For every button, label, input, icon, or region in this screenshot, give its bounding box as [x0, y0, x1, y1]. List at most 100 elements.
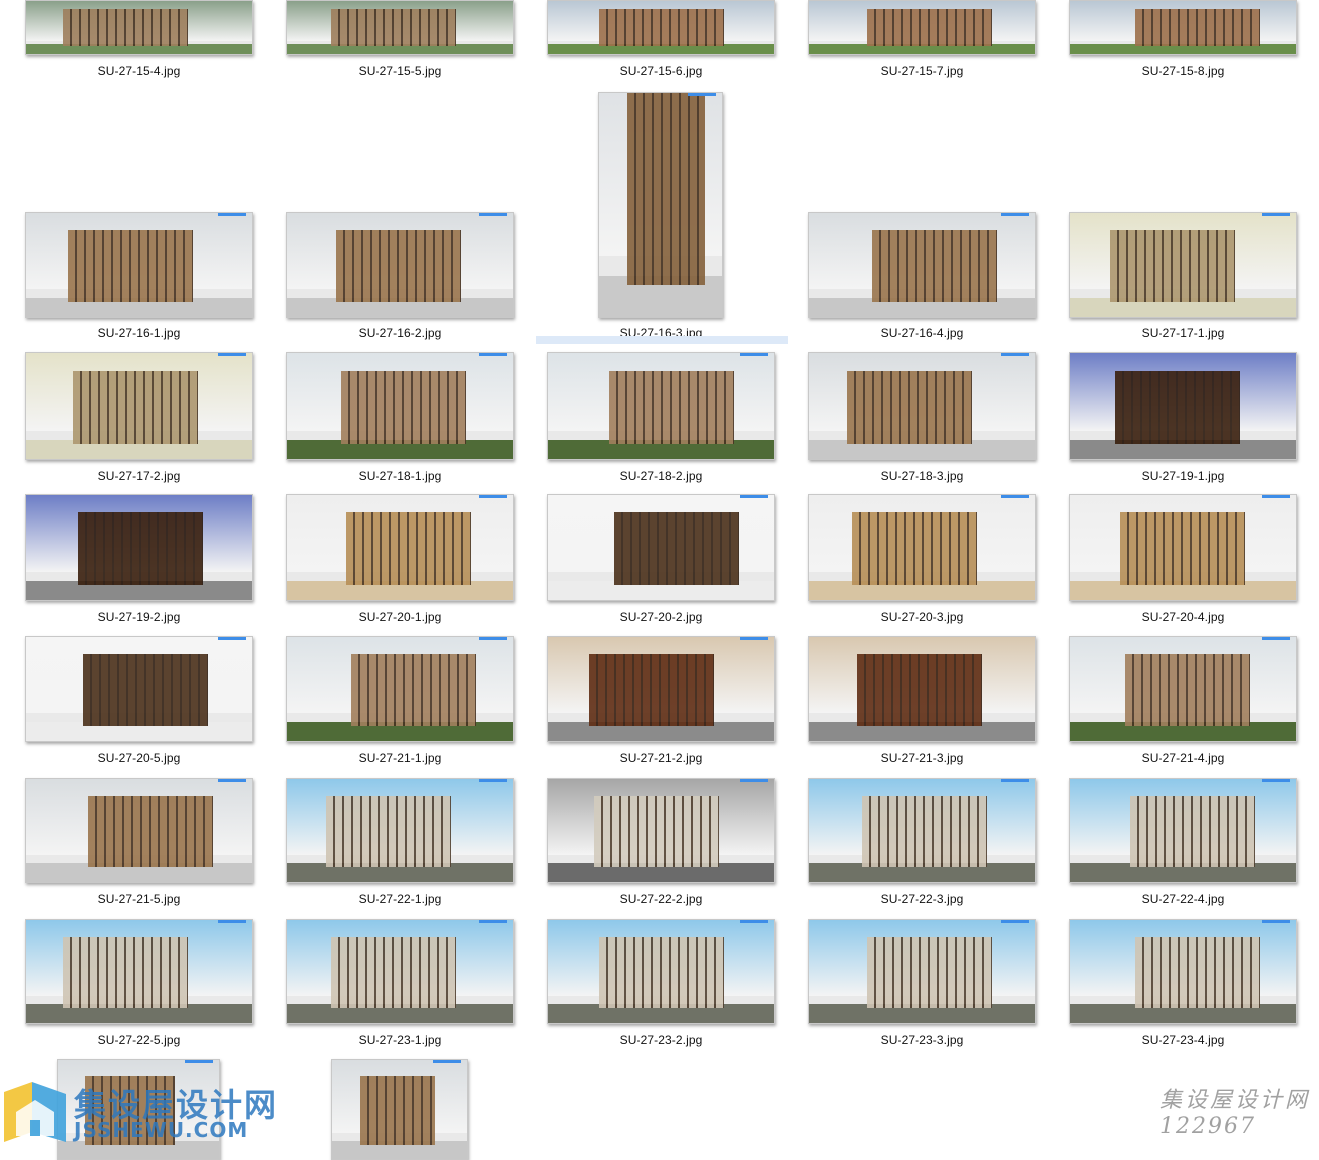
file-thumbnail[interactable] — [25, 636, 253, 742]
file-thumbnail[interactable] — [286, 212, 514, 318]
file-thumbnail[interactable] — [286, 778, 514, 883]
building-preview — [68, 230, 193, 302]
file-name-label: SU-27-18-3.jpg — [880, 469, 964, 483]
file-thumbnail[interactable] — [598, 92, 723, 318]
watermark-site-url: JSSHEWU.COM — [74, 1118, 249, 1142]
watermark-right-id: 122967 — [1160, 1114, 1256, 1139]
building-preview — [1120, 512, 1245, 585]
file-thumbnail[interactable] — [286, 0, 514, 55]
file-name-label: SU-27-20-2.jpg — [619, 610, 703, 624]
building-preview — [360, 1076, 435, 1145]
file-thumbnail[interactable] — [808, 212, 1036, 318]
building-preview — [852, 512, 977, 585]
watermark-right-name: 集设屋设计网 — [1160, 1088, 1311, 1113]
building-preview — [594, 796, 719, 867]
file-thumbnail[interactable] — [547, 919, 775, 1024]
file-name-label: SU-27-20-3.jpg — [880, 610, 964, 624]
file-thumbnail[interactable] — [25, 919, 253, 1024]
building-preview — [326, 796, 451, 867]
file-name-label: SU-27-22-2.jpg — [619, 892, 703, 906]
building-preview — [1110, 230, 1235, 302]
file-thumbnail[interactable] — [808, 778, 1036, 883]
file-name-label: SU-27-21-4.jpg — [1141, 751, 1225, 765]
file-thumbnail[interactable] — [1069, 919, 1297, 1024]
building-preview — [1115, 371, 1240, 444]
file-thumbnail[interactable] — [808, 919, 1036, 1024]
file-thumbnail[interactable] — [547, 352, 775, 460]
file-name-label: SU-27-22-1.jpg — [358, 892, 442, 906]
building-preview — [63, 9, 188, 46]
file-name-label: SU-27-15-6.jpg — [619, 64, 703, 78]
file-name-label: SU-27-20-4.jpg — [1141, 610, 1225, 624]
file-name-label: SU-27-21-5.jpg — [97, 892, 181, 906]
file-thumbnail[interactable] — [25, 0, 253, 55]
file-thumbnail[interactable] — [286, 494, 514, 601]
file-thumbnail[interactable] — [808, 0, 1036, 55]
file-name-label: SU-27-21-1.jpg — [358, 751, 442, 765]
file-thumbnail[interactable] — [25, 778, 253, 883]
building-preview — [73, 371, 198, 444]
file-thumbnail-grid: SU-27-15-4.jpg SU-27-15-5.jpg SU-27-15-6.j… — [0, 0, 1319, 1160]
building-preview — [599, 9, 724, 46]
file-thumbnail[interactable] — [808, 494, 1036, 601]
file-thumbnail[interactable] — [331, 1059, 468, 1160]
building-preview — [862, 796, 987, 867]
building-preview — [83, 654, 208, 726]
building-preview — [331, 937, 456, 1008]
file-name-label: SU-27-18-1.jpg — [358, 469, 442, 483]
file-thumbnail[interactable] — [547, 494, 775, 601]
building-preview — [599, 937, 724, 1008]
building-preview — [346, 512, 471, 585]
building-preview — [1135, 937, 1260, 1008]
file-thumbnail[interactable] — [1069, 636, 1297, 742]
site-logo-icon — [4, 1082, 66, 1142]
file-name-label: SU-27-21-2.jpg — [619, 751, 703, 765]
building-preview — [609, 371, 734, 444]
file-thumbnail[interactable] — [547, 778, 775, 883]
building-preview — [867, 9, 992, 46]
file-thumbnail[interactable] — [1069, 0, 1297, 55]
file-name-label: SU-27-20-1.jpg — [358, 610, 442, 624]
file-thumbnail[interactable] — [1069, 212, 1297, 318]
file-thumbnail[interactable] — [286, 919, 514, 1024]
file-name-label: SU-27-19-2.jpg — [97, 610, 181, 624]
file-name-label: SU-27-16-2.jpg — [358, 326, 442, 340]
building-preview — [627, 93, 705, 285]
building-preview — [336, 230, 461, 302]
file-thumbnail[interactable] — [547, 636, 775, 742]
file-thumbnail[interactable] — [808, 352, 1036, 460]
building-preview — [341, 371, 466, 444]
building-preview — [847, 371, 972, 444]
building-preview — [589, 654, 714, 726]
file-name-label: SU-27-23-3.jpg — [880, 1033, 964, 1047]
file-thumbnail[interactable] — [25, 352, 253, 460]
file-thumbnail[interactable] — [1069, 352, 1297, 460]
file-thumbnail[interactable] — [547, 0, 775, 55]
file-name-label: SU-27-23-4.jpg — [1141, 1033, 1225, 1047]
building-preview — [872, 230, 997, 302]
building-preview — [1135, 9, 1260, 46]
building-preview — [857, 654, 982, 726]
building-preview — [867, 937, 992, 1008]
file-name-label: SU-27-21-3.jpg — [880, 751, 964, 765]
building-preview — [331, 9, 456, 46]
file-name-label: SU-27-16-4.jpg — [880, 326, 964, 340]
building-preview — [78, 512, 203, 585]
file-thumbnail[interactable] — [25, 212, 253, 318]
file-thumbnail[interactable] — [1069, 494, 1297, 601]
file-thumbnail[interactable] — [286, 352, 514, 460]
building-preview — [63, 937, 188, 1008]
file-name-label: SU-27-15-4.jpg — [97, 64, 181, 78]
file-name-label: SU-27-15-7.jpg — [880, 64, 964, 78]
file-name-label: SU-27-19-1.jpg — [1141, 469, 1225, 483]
file-thumbnail[interactable] — [808, 636, 1036, 742]
building-preview — [1125, 654, 1250, 726]
file-name-label: SU-27-17-2.jpg — [97, 469, 181, 483]
file-name-label: SU-27-23-2.jpg — [619, 1033, 703, 1047]
file-thumbnail[interactable] — [1069, 778, 1297, 883]
file-thumbnail[interactable] — [286, 636, 514, 742]
file-name-label: SU-27-20-5.jpg — [97, 751, 181, 765]
file-name-label: SU-27-23-1.jpg — [358, 1033, 442, 1047]
file-thumbnail[interactable] — [25, 494, 253, 601]
file-name-label: SU-27-22-5.jpg — [97, 1033, 181, 1047]
